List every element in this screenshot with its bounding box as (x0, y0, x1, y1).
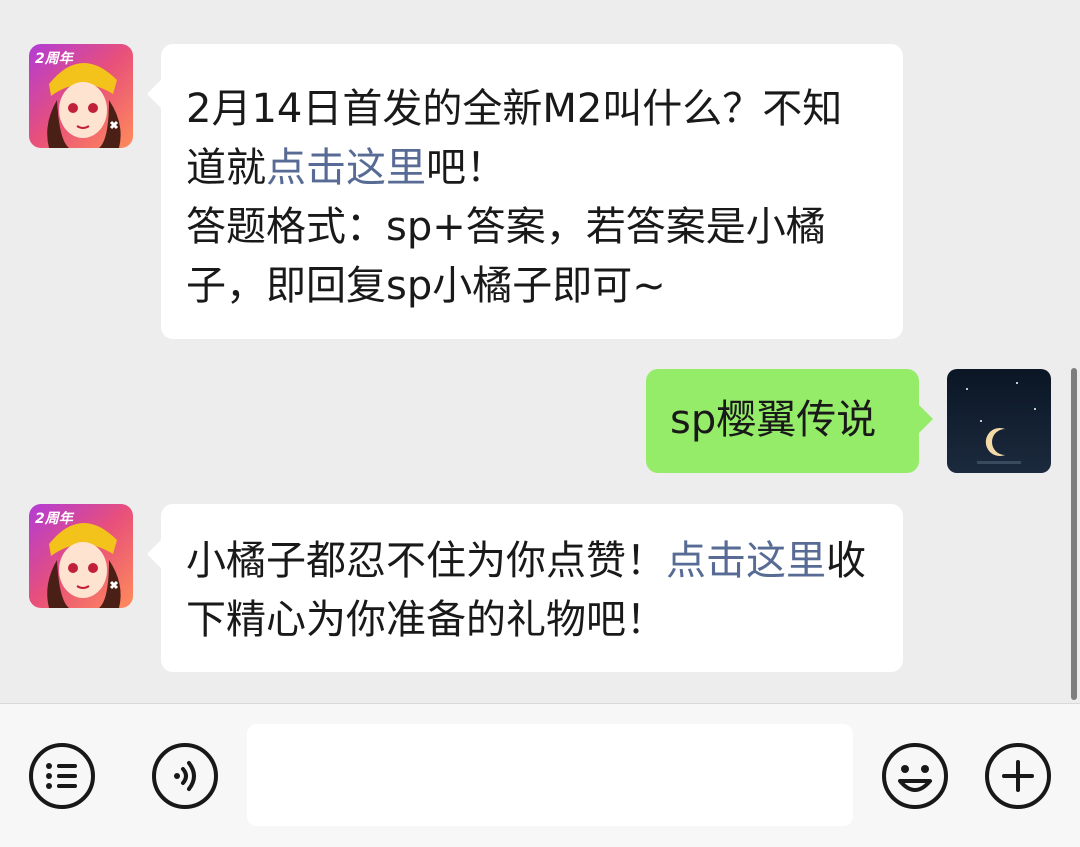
message-link[interactable]: 点击这里 (666, 538, 826, 584)
message-text: 小橘子都忍不住为你点赞！点击这里收下精心为你准备的礼物吧！ (186, 532, 879, 650)
message-text-segment: 吧！ (426, 145, 506, 191)
input-bar (0, 703, 1080, 847)
menu-list-icon (29, 743, 95, 809)
message-text-segment: 答题格式：sp+答案，若答案是小橘子，即回复sp小橘子即可~ (186, 204, 826, 309)
plus-icon (985, 743, 1051, 809)
message-text: sp樱翼传说 (670, 397, 877, 443)
emoji-button[interactable] (880, 741, 950, 811)
chat-area: 2周年 2月14日首发的全新M2叫什么？不知道就点击这里吧！ 答题格式：sp+答案… (0, 0, 1080, 703)
menu-button[interactable] (27, 741, 97, 811)
message-text: 2月14日首发的全新M2叫什么？不知道就点击这里吧！ 答题格式：sp+答案，若答案… (186, 80, 879, 316)
avatar-badge: 2周年 (35, 511, 73, 527)
message-bubble[interactable]: 小橘子都忍不住为你点赞！点击这里收下精心为你准备的礼物吧！ (147, 504, 903, 672)
emoji-icon (882, 743, 948, 809)
sender-avatar[interactable]: 2周年 (29, 44, 133, 148)
self-avatar[interactable] (947, 369, 1051, 473)
message-input[interactable] (247, 724, 853, 826)
scrollbar[interactable] (1071, 368, 1077, 700)
message-link[interactable]: 点击这里 (266, 145, 426, 191)
message-bubble-self[interactable]: sp樱翼传说 (646, 369, 933, 473)
message-bubble[interactable]: 2月14日首发的全新M2叫什么？不知道就点击这里吧！ 答题格式：sp+答案，若答案… (147, 44, 903, 339)
voice-icon (152, 743, 218, 809)
moon-avatar-image (947, 369, 1051, 473)
avatar-badge: 2周年 (35, 51, 73, 67)
plus-button[interactable] (983, 741, 1053, 811)
voice-button[interactable] (150, 741, 220, 811)
message-text-segment: 小橘子都忍不住为你点赞！ (186, 538, 666, 584)
sender-avatar[interactable]: 2周年 (29, 504, 133, 608)
